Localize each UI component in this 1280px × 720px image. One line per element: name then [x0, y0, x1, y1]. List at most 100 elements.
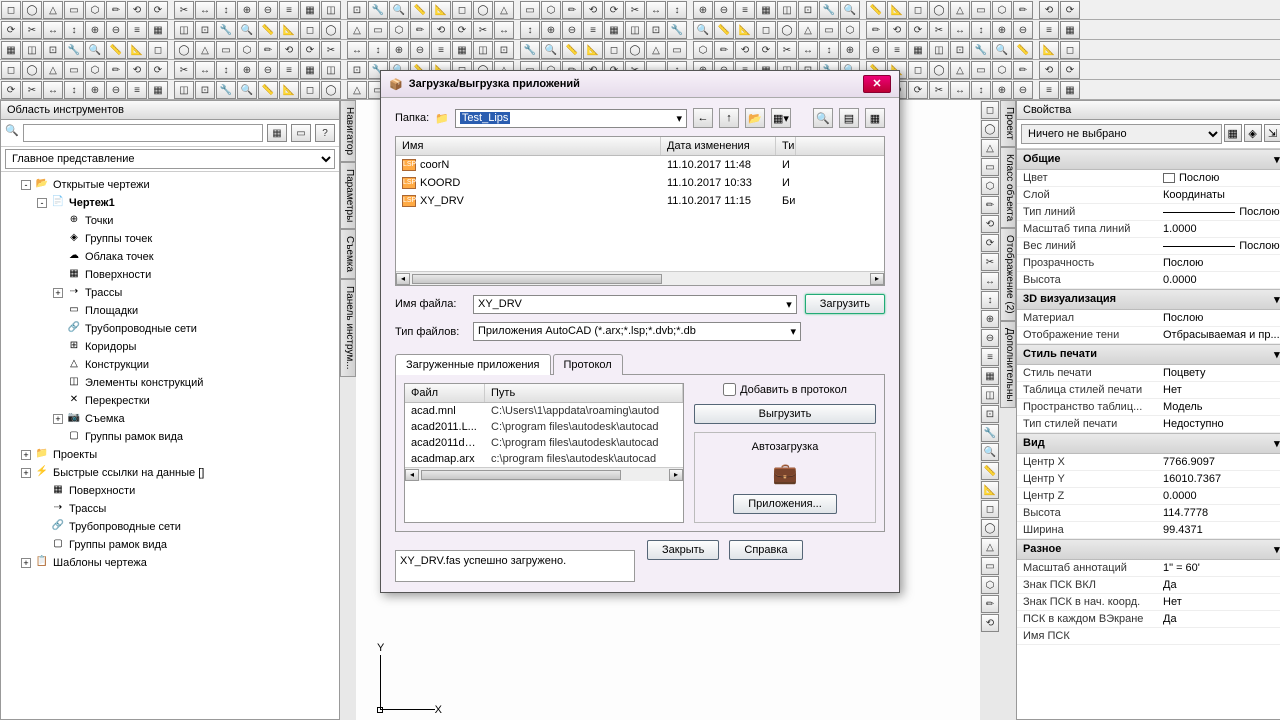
toolbar-btn[interactable]: 📐 — [279, 81, 299, 99]
toolbar-btn[interactable]: 🔧 — [216, 21, 236, 39]
tree-item[interactable]: ⊕Точки — [5, 212, 335, 230]
toolbar-btn[interactable]: ⬡ — [840, 21, 860, 39]
toolbar-btn[interactable]: ▦ — [148, 81, 168, 99]
filetype-combo[interactable]: Приложения AutoCAD (*.arx;*.lsp;*.dvb;*.… — [473, 322, 801, 341]
toolbar-btn[interactable]: ≡ — [583, 21, 603, 39]
file-list[interactable]: Имя Дата изменения Ти LSPcoorN11.10.2017… — [395, 136, 885, 286]
toolbar-btn[interactable]: △ — [347, 81, 367, 99]
toolbar-btn[interactable]: ⊡ — [347, 1, 367, 19]
loaded-row[interactable]: acad.mnlC:\Users\1\appdata\roaming\autod — [405, 403, 683, 419]
toolbar-btn[interactable]: 📏 — [1013, 41, 1033, 59]
toolbar-btn[interactable]: ▦ — [1060, 21, 1080, 39]
prop-row[interactable]: Высота114.7778 — [1017, 505, 1280, 522]
preview-icon[interactable]: ▦ — [865, 108, 885, 128]
toolbar-btn[interactable]: ◯ — [22, 61, 42, 79]
toolbar-btn[interactable]: ⟲ — [127, 61, 147, 79]
toolbar-btn[interactable]: ⬡ — [693, 41, 713, 59]
prop-section-header[interactable]: 3D визуализация▾ — [1017, 289, 1280, 310]
prop-section-header[interactable]: Стиль печати▾ — [1017, 344, 1280, 365]
toolbar-btn[interactable]: 🔍 — [840, 1, 860, 19]
right-toolbar-btn[interactable]: ◻ — [981, 101, 999, 119]
toolbar-btn[interactable]: ≡ — [735, 1, 755, 19]
right-toolbar-btn[interactable]: △ — [981, 139, 999, 157]
toolbar-btn[interactable]: ▦ — [452, 41, 472, 59]
toolbar-btn[interactable]: ↕ — [216, 61, 236, 79]
toolbar-btn[interactable]: ▦ — [300, 1, 320, 19]
toolbar-btn[interactable]: ⬡ — [992, 1, 1012, 19]
right-toolbar-btn[interactable]: ▭ — [981, 557, 999, 575]
toolbar-btn[interactable]: ◫ — [929, 41, 949, 59]
toolbar-btn[interactable]: ⊕ — [389, 41, 409, 59]
right-toolbar-btn[interactable]: ⊖ — [981, 329, 999, 347]
props-btn-1[interactable]: ▦ — [1224, 124, 1242, 142]
right-toolbar-btn[interactable]: ◻ — [981, 500, 999, 518]
toolbar-btn[interactable]: ⊖ — [562, 21, 582, 39]
tree-item[interactable]: +📁Проекты — [5, 446, 335, 464]
toolbar-btn[interactable]: ⬡ — [237, 41, 257, 59]
prospector-tree[interactable]: -📂Открытые чертежи-📄Чертеж1⊕Точки◈Группы… — [1, 172, 339, 719]
hscroll-right[interactable]: ▸ — [870, 273, 884, 285]
toolbar-btn[interactable]: ◫ — [22, 41, 42, 59]
toolbar-btn[interactable]: ⟲ — [583, 1, 603, 19]
toolbar-btn[interactable]: ✂ — [625, 1, 645, 19]
toolbar-btn[interactable]: ✂ — [321, 41, 341, 59]
toolbar-btn[interactable]: ▭ — [667, 41, 687, 59]
loaded-row[interactable]: acad2011do...C:\program files\autodesk\a… — [405, 435, 683, 451]
toolbar-btn[interactable]: ↕ — [64, 21, 84, 39]
toolbar-btn[interactable]: △ — [798, 21, 818, 39]
toolbar-btn[interactable]: ↕ — [819, 41, 839, 59]
toolbar-btn[interactable]: ⊖ — [1013, 21, 1033, 39]
prop-row[interactable]: СлойКоординаты — [1017, 187, 1280, 204]
right-toolbar-btn[interactable]: ⬡ — [981, 576, 999, 594]
toolbar-btn[interactable]: ◯ — [321, 21, 341, 39]
toolbar-btn[interactable]: ⟲ — [1039, 1, 1059, 19]
prop-row[interactable]: Тип линийПослою — [1017, 204, 1280, 221]
toolbar-btn[interactable]: ◫ — [625, 21, 645, 39]
right-toolbar-btn[interactable]: △ — [981, 538, 999, 556]
file-hscroll[interactable]: ◂ ▸ — [396, 271, 884, 285]
toolbar-btn[interactable]: ▭ — [819, 21, 839, 39]
toolbar-btn[interactable]: ⟲ — [279, 41, 299, 59]
toolbar-btn[interactable]: △ — [43, 61, 63, 79]
toolbar-btn[interactable]: ⬡ — [85, 61, 105, 79]
toolbar-btn[interactable]: ⊕ — [693, 1, 713, 19]
toolbar-btn[interactable]: 📏 — [714, 21, 734, 39]
hscroll-left[interactable]: ◂ — [396, 273, 410, 285]
toolbar-btn[interactable]: ⟲ — [127, 1, 147, 19]
right-toolbar-btn[interactable]: ◯ — [981, 120, 999, 138]
toolbar-btn[interactable]: ⟳ — [300, 41, 320, 59]
toolbar-btn[interactable]: 📐 — [127, 41, 147, 59]
toolbar-btn[interactable]: ▭ — [971, 61, 991, 79]
toolbar-btn[interactable]: ⟳ — [1060, 1, 1080, 19]
right-toolbar-btn[interactable]: ⬡ — [981, 177, 999, 195]
toolbar-btn[interactable]: ⊖ — [106, 21, 126, 39]
file-row[interactable]: LSPcoorN11.10.2017 11:48И — [396, 156, 884, 174]
toolbar-btn[interactable]: ↔ — [950, 81, 970, 99]
toolbar-btn[interactable]: ⊡ — [43, 41, 63, 59]
toolbar-btn[interactable]: ▦ — [756, 1, 776, 19]
toolbar-btn[interactable]: ↕ — [368, 41, 388, 59]
toolbar-btn[interactable]: 🔍 — [85, 41, 105, 59]
toolbar-btn[interactable]: ▦ — [300, 61, 320, 79]
right-toolbar-btn[interactable]: 🔧 — [981, 424, 999, 442]
vtab-survey[interactable]: Съемка — [340, 229, 356, 279]
apps-button[interactable]: Приложения... — [733, 494, 837, 514]
toolbar-btn[interactable]: ✂ — [777, 41, 797, 59]
toolbar-btn[interactable]: ◫ — [174, 81, 194, 99]
toolbar-btn[interactable]: ⟲ — [1039, 61, 1059, 79]
toolbar-btn[interactable]: ↕ — [64, 81, 84, 99]
rvtab-project[interactable]: Проект — [1000, 100, 1016, 147]
tree-item[interactable]: △Конструкции — [5, 356, 335, 374]
prop-section-header[interactable]: Разное▾ — [1017, 539, 1280, 560]
right-toolbar-btn[interactable]: ✂ — [981, 253, 999, 271]
tree-item[interactable]: +⇢Трассы — [5, 284, 335, 302]
rvtab-extra[interactable]: Дополнительны — [1000, 321, 1016, 409]
toolbar-btn[interactable]: ⊕ — [541, 21, 561, 39]
tree-item[interactable]: ⊞Коридоры — [5, 338, 335, 356]
tree-item[interactable]: +📋Шаблоны чертежа — [5, 554, 335, 572]
loaded-row[interactable]: acadmap.arxc:\program files\autodesk\aut… — [405, 451, 683, 467]
toolbar-btn[interactable]: △ — [195, 41, 215, 59]
toolbar-btn[interactable]: ⊖ — [106, 81, 126, 99]
col-type[interactable]: Ти — [776, 137, 796, 155]
right-toolbar-btn[interactable]: 📐 — [981, 481, 999, 499]
